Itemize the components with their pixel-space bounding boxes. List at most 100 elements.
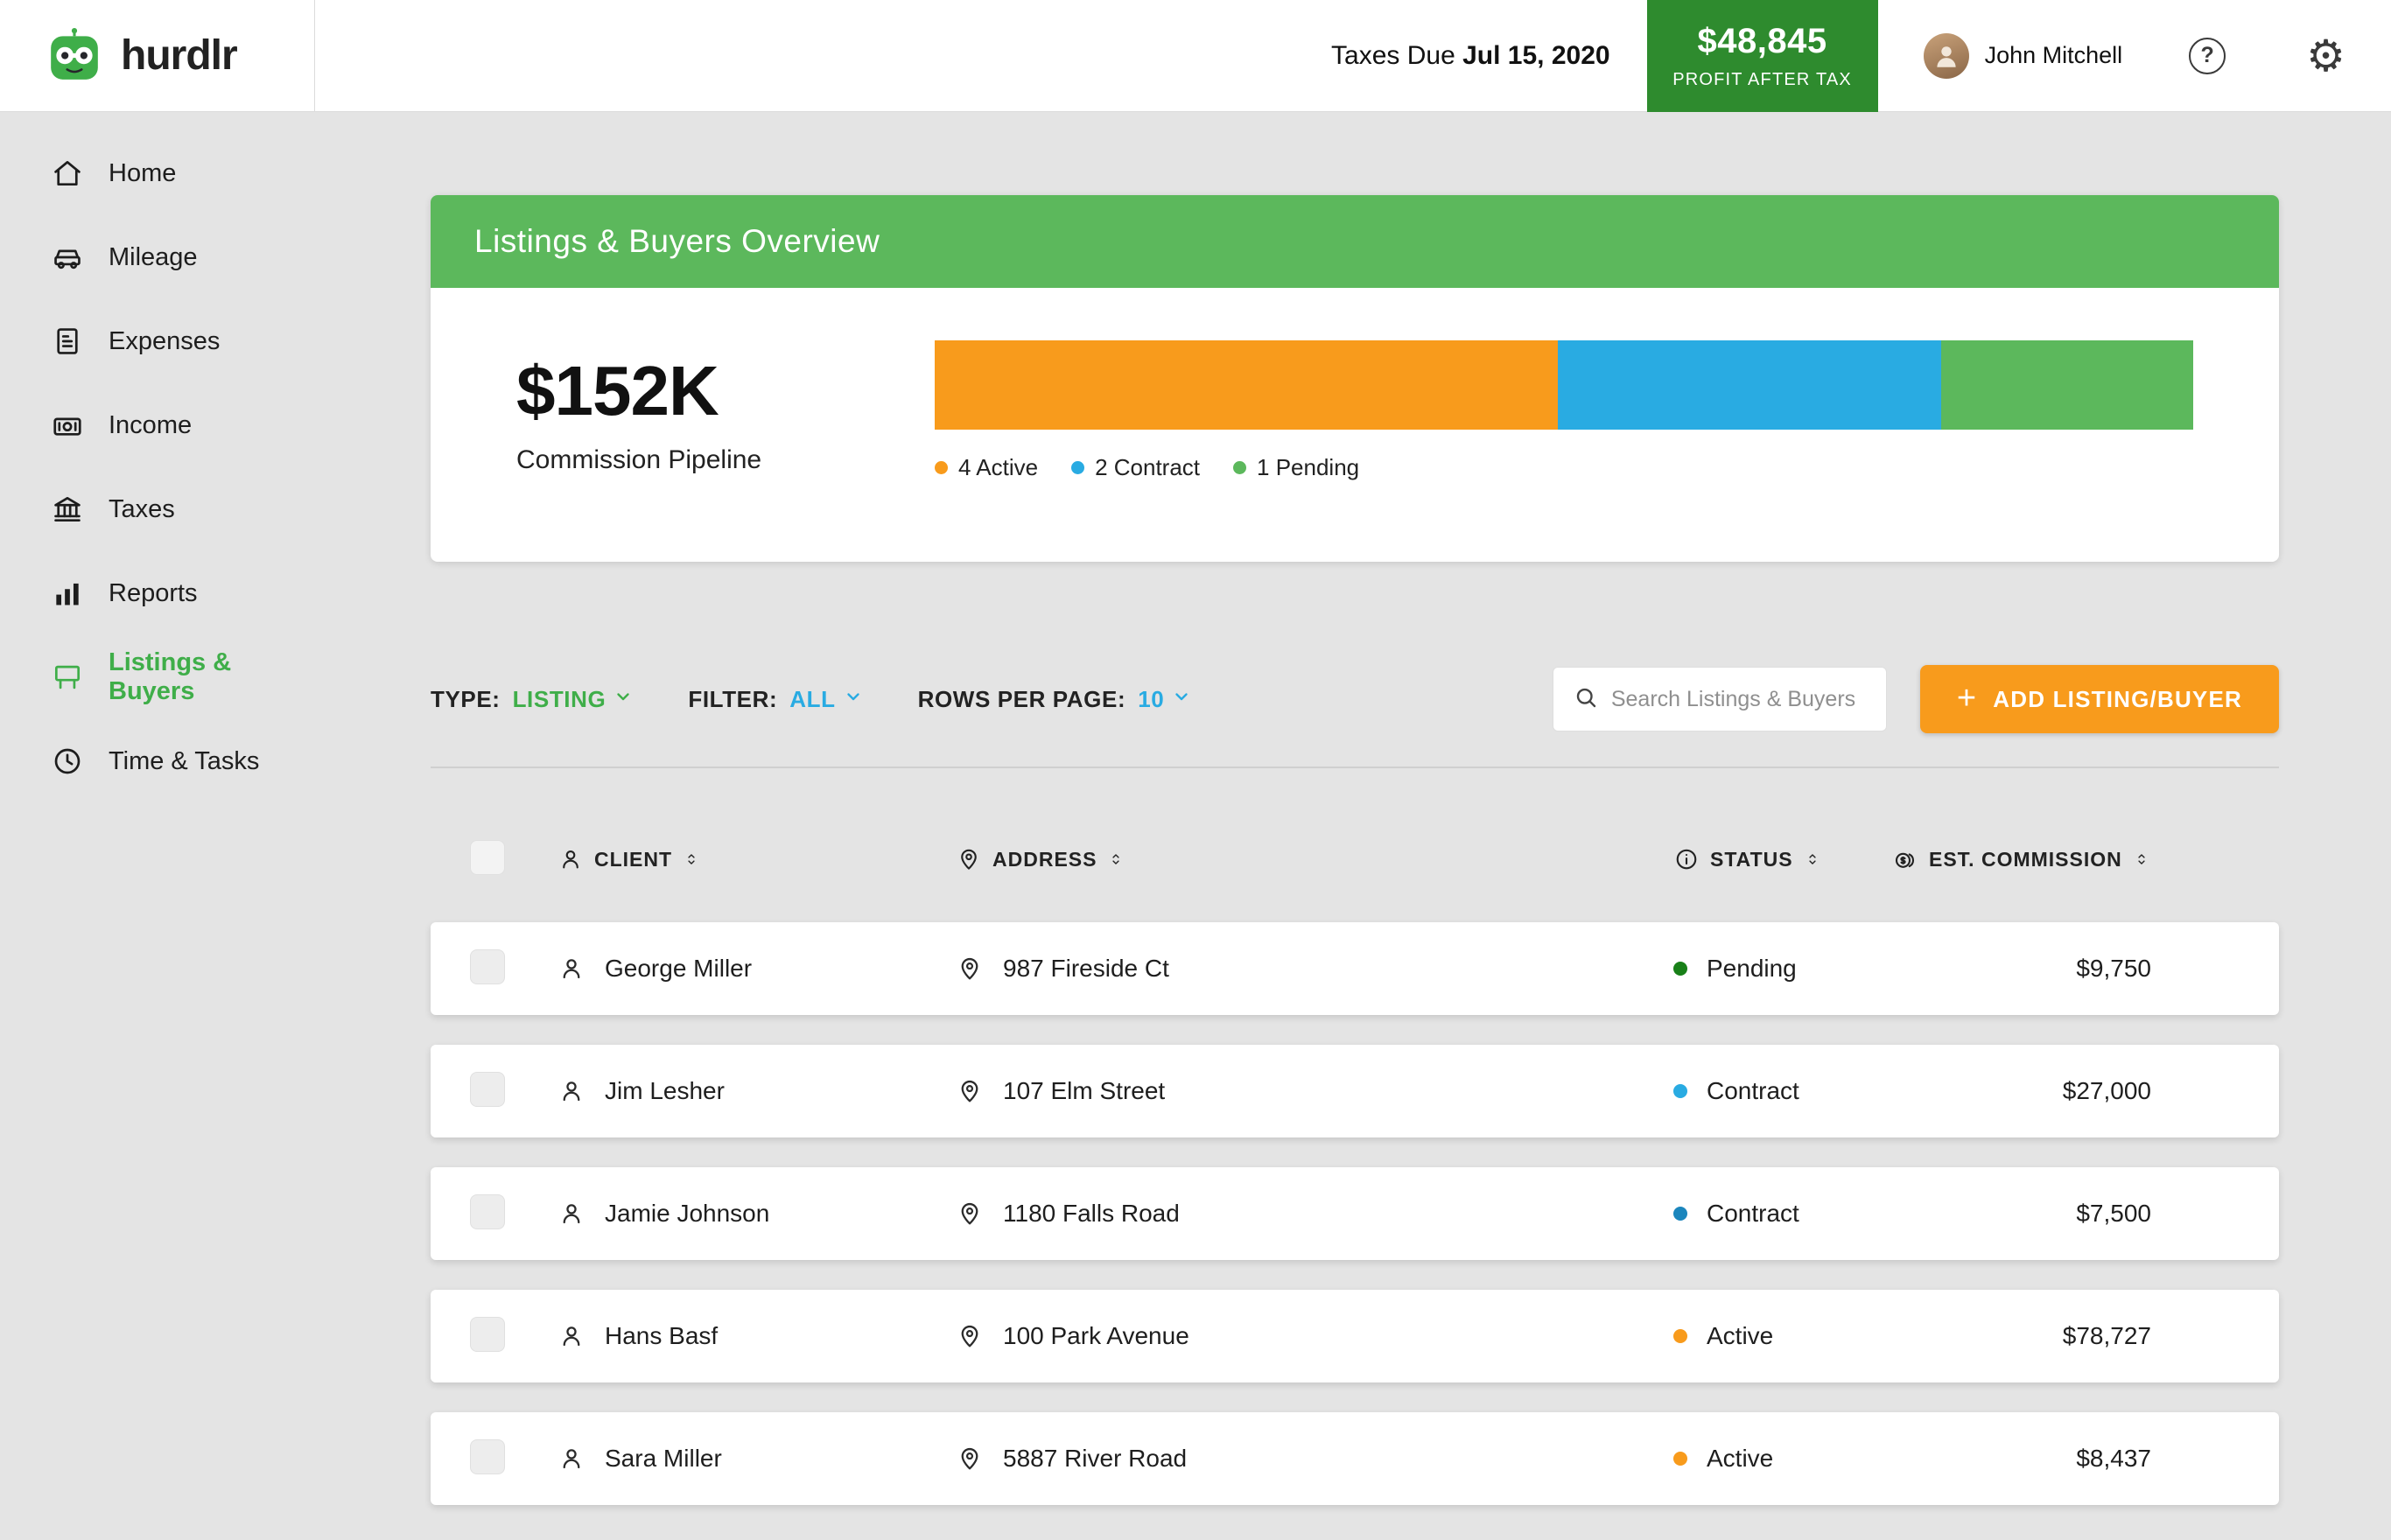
help-icon[interactable]: ? bbox=[2189, 38, 2226, 74]
legend-label: 2 Contract bbox=[1095, 454, 1200, 481]
status-cell: Active bbox=[1673, 1445, 1892, 1473]
receipt-icon bbox=[51, 325, 84, 358]
user-menu[interactable]: John Mitchell bbox=[1924, 33, 2123, 79]
legend-item-4-active: 4 Active bbox=[935, 454, 1038, 481]
map-pin-icon bbox=[956, 1445, 984, 1473]
address-text: 5887 River Road bbox=[1003, 1445, 1187, 1473]
user-icon bbox=[557, 846, 584, 872]
gear-icon[interactable]: ⚙ bbox=[2306, 34, 2345, 78]
sidebar-item-label: Listings & Buyers bbox=[109, 648, 315, 706]
sort-icon[interactable] bbox=[683, 850, 700, 869]
client-name: Sara Miller bbox=[605, 1445, 722, 1473]
table-body: George Miller 987 Fireside Ct Pending $9,75… bbox=[431, 922, 2279, 1505]
status-dot bbox=[1673, 962, 1687, 976]
status-text: Pending bbox=[1707, 955, 1797, 983]
user-icon bbox=[557, 1077, 585, 1105]
row-checkbox[interactable] bbox=[470, 1194, 505, 1229]
row-checkbox-cell bbox=[470, 1317, 557, 1356]
add-listing-buyer-button[interactable]: + ADD LISTING/BUYER bbox=[1920, 665, 2279, 733]
plus-icon: + bbox=[1957, 682, 1977, 715]
chevron-down-icon bbox=[613, 686, 634, 713]
legend-item-2-contract: 2 Contract bbox=[1071, 454, 1200, 481]
legend-dot bbox=[1233, 461, 1246, 474]
legend-label: 4 Active bbox=[958, 454, 1038, 481]
status-cell: Contract bbox=[1673, 1200, 1892, 1228]
profit-after-tax-badge[interactable]: $48,845 PROFIT AFTER TAX bbox=[1647, 0, 1878, 112]
overview-card-title: Listings & Buyers Overview bbox=[431, 195, 2279, 288]
status-filter-value: ALL bbox=[789, 686, 835, 713]
coins-icon bbox=[1892, 846, 1918, 872]
status-dot bbox=[1673, 1207, 1687, 1221]
sidebar-item-mileage[interactable]: Mileage bbox=[0, 215, 315, 299]
sidebar-item-reports[interactable]: Reports bbox=[0, 551, 315, 635]
column-header-est-commission[interactable]: EST. COMMISSION bbox=[1892, 846, 2151, 872]
commission-cell: $9,750 bbox=[1892, 955, 2151, 983]
row-checkbox[interactable] bbox=[470, 949, 505, 984]
row-checkbox[interactable] bbox=[470, 1072, 505, 1107]
car-icon bbox=[51, 241, 84, 274]
status-dot bbox=[1673, 1084, 1687, 1098]
sidebar-item-taxes[interactable]: Taxes bbox=[0, 467, 315, 551]
sidebar-item-time-tasks[interactable]: Time & Tasks bbox=[0, 719, 315, 803]
sidebar-item-label: Home bbox=[109, 159, 176, 188]
type-filter-dropdown[interactable]: LISTING bbox=[513, 686, 635, 713]
rows-per-page-dropdown[interactable]: 10 bbox=[1138, 686, 1192, 713]
table-row[interactable]: Sara Miller5887 River RoadActive$8,437 bbox=[431, 1412, 2279, 1505]
column-header-client[interactable]: CLIENT bbox=[557, 846, 956, 872]
table-row[interactable]: Hans Basf100 Park AvenueActive$78,727 bbox=[431, 1290, 2279, 1382]
pipeline-summary: $152K Commission Pipeline bbox=[516, 340, 866, 475]
column-header-address[interactable]: ADDRESS bbox=[956, 846, 1673, 872]
search-icon bbox=[1573, 684, 1599, 715]
search-input[interactable] bbox=[1611, 687, 1867, 712]
sidebar-item-expenses[interactable]: Expenses bbox=[0, 299, 315, 383]
avatar bbox=[1924, 33, 1969, 79]
map-pin-icon bbox=[956, 1322, 984, 1350]
table-row[interactable]: Jim Lesher 107 Elm Street Contract$27,000 bbox=[431, 1045, 2279, 1138]
sidebar-item-listings-buyers[interactable]: Listings & Buyers bbox=[0, 635, 315, 719]
status-filter-dropdown[interactable]: ALL bbox=[789, 686, 863, 713]
map-pin-icon bbox=[956, 1077, 984, 1105]
bank-icon bbox=[51, 493, 84, 526]
address-cell: 987 Fireside Ct bbox=[956, 955, 1673, 983]
taxes-due-date: Jul 15, 2020 bbox=[1462, 41, 1609, 70]
address-cell: 1180 Falls Road bbox=[956, 1200, 1673, 1228]
clock-icon bbox=[51, 745, 84, 778]
row-checkbox-cell bbox=[470, 949, 557, 989]
table-toolbar: TYPE: LISTING FILTER: ALL ROWS PER PAGE:… bbox=[431, 665, 2279, 733]
client-name: Jim Lesher bbox=[605, 1077, 725, 1105]
status-cell: Active bbox=[1673, 1322, 1892, 1350]
chevron-down-icon bbox=[1171, 686, 1192, 713]
address-text: 107 Elm Street bbox=[1003, 1077, 1165, 1105]
profit-label: PROFIT AFTER TAX bbox=[1672, 70, 1852, 90]
address-text: 987 Fireside Ct bbox=[1003, 955, 1169, 983]
commission-cell: $27,000 bbox=[1892, 1077, 2151, 1105]
sort-icon[interactable] bbox=[1107, 850, 1125, 869]
brand-logo[interactable]: hurdlr bbox=[0, 0, 315, 111]
select-all-checkbox[interactable] bbox=[470, 840, 505, 875]
address-cell: 5887 River Road bbox=[956, 1445, 1673, 1473]
pipeline-bar bbox=[935, 340, 2193, 430]
sort-icon[interactable] bbox=[1804, 850, 1821, 869]
client-cell: Hans Basf bbox=[557, 1322, 956, 1350]
status-dot bbox=[1673, 1329, 1687, 1343]
table-row[interactable]: Jamie Johnson1180 Falls RoadContract$7,5… bbox=[431, 1167, 2279, 1260]
client-cell: Sara Miller bbox=[557, 1445, 956, 1473]
user-icon bbox=[557, 1322, 585, 1350]
status-cell: Contract bbox=[1673, 1077, 1892, 1105]
sort-icon[interactable] bbox=[2133, 850, 2150, 869]
chevron-down-icon bbox=[843, 686, 864, 713]
sidebar-item-home[interactable]: Home bbox=[0, 131, 315, 215]
info-icon bbox=[1673, 846, 1700, 872]
client-name: Jamie Johnson bbox=[605, 1200, 769, 1228]
type-filter-label: TYPE: bbox=[431, 686, 501, 713]
client-cell: George Miller bbox=[557, 955, 956, 983]
map-pin-icon bbox=[956, 955, 984, 983]
column-header-status[interactable]: STATUS bbox=[1673, 846, 1892, 872]
table-row[interactable]: George Miller 987 Fireside Ct Pending $9,75… bbox=[431, 922, 2279, 1015]
cash-icon bbox=[51, 409, 84, 442]
sidebar-item-income[interactable]: Income bbox=[0, 383, 315, 467]
row-checkbox[interactable] bbox=[470, 1439, 505, 1474]
select-all-cell bbox=[470, 840, 557, 879]
pipeline-total: $152K bbox=[516, 351, 866, 431]
row-checkbox[interactable] bbox=[470, 1317, 505, 1352]
